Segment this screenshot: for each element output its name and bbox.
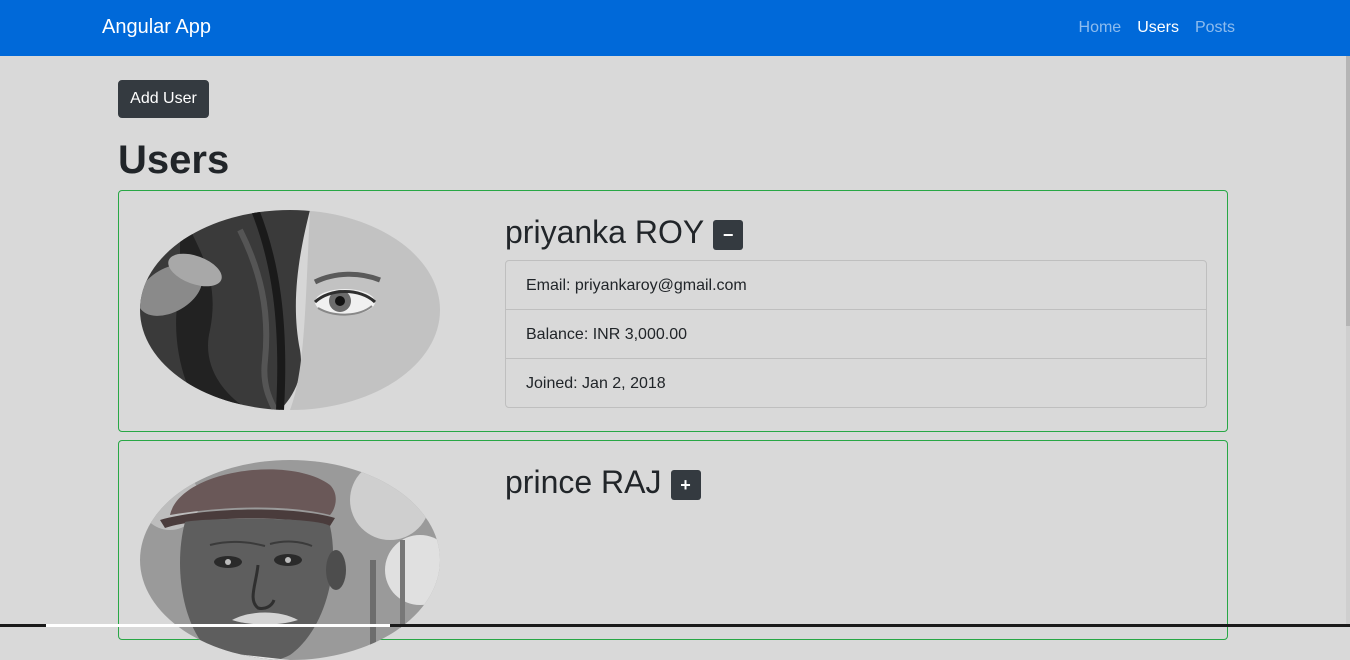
user-avatar [140, 460, 440, 660]
user-name: priyanka ROY [505, 214, 705, 250]
user-card: priyanka ROY − Email: priyankaroy@gmail.… [118, 190, 1228, 432]
user-avatar [140, 210, 440, 410]
avatar-image-man [140, 460, 440, 660]
user-card: prince RAJ + [118, 440, 1228, 660]
scrollbar-thumb[interactable] [1346, 56, 1350, 326]
navbar-brand[interactable]: Angular App [102, 16, 211, 39]
page-title: Users [118, 138, 230, 182]
nav-link-home[interactable]: Home [1079, 19, 1122, 37]
user-name-heading: prince RAJ + [505, 461, 701, 503]
nav-link-posts[interactable]: Posts [1195, 19, 1235, 37]
add-user-button[interactable]: Add User [118, 80, 209, 118]
user-name-heading: priyanka ROY − [505, 211, 744, 253]
user-email: Email: priyankaroy@gmail.com [506, 261, 1206, 310]
expand-details-button[interactable]: + [670, 470, 701, 500]
navbar: Angular App Home Users Posts [0, 0, 1350, 56]
user-joined-date: Joined: Jan 2, 2018 [526, 375, 666, 392]
avatar-image-woman [140, 210, 440, 410]
nav-link-users[interactable]: Users [1137, 19, 1179, 37]
collapse-details-button[interactable]: − [713, 220, 744, 250]
nav-links: Home Users Posts [1079, 19, 1235, 37]
user-details-list: Email: priyankaroy@gmail.com Balance: IN… [505, 260, 1207, 408]
user-balance: Balance: INR 3,000.00 [506, 310, 1206, 359]
user-name: prince RAJ [505, 464, 662, 500]
